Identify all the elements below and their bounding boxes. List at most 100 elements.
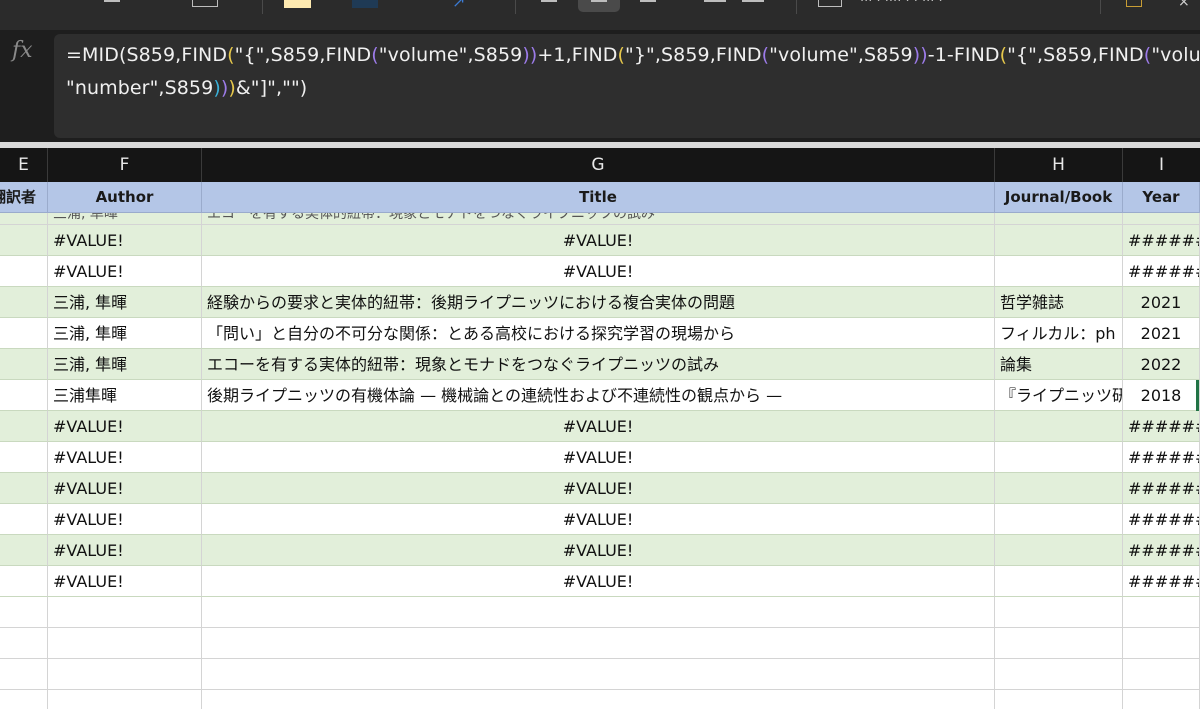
font-color-swatch[interactable] xyxy=(352,0,378,8)
cell-author[interactable] xyxy=(48,659,202,690)
merge-icon[interactable] xyxy=(742,0,764,2)
cell-author[interactable]: 三浦, 隼暉 xyxy=(48,349,202,380)
cell-year[interactable] xyxy=(1123,690,1200,709)
cell-translator[interactable] xyxy=(0,411,48,442)
formula-input[interactable]: =MID(S859,FIND("{",S859,FIND("volume",S8… xyxy=(54,34,1200,138)
align-right-icon[interactable] xyxy=(640,0,656,2)
table-cell[interactable] xyxy=(995,213,1123,225)
cell-journal[interactable] xyxy=(995,597,1123,628)
table-icon[interactable] xyxy=(192,0,218,7)
cell-translator[interactable] xyxy=(0,566,48,597)
cell-year[interactable]: ###### xyxy=(1123,442,1200,473)
header-cell-title[interactable]: Title xyxy=(202,182,995,213)
cell-translator[interactable] xyxy=(0,659,48,690)
cell-translator[interactable] xyxy=(0,225,48,256)
cell-year[interactable]: ###### xyxy=(1123,566,1200,597)
header-cell-journal[interactable]: Journal/Book xyxy=(995,182,1123,213)
cell-year[interactable]: ###### xyxy=(1123,473,1200,504)
cell-journal[interactable] xyxy=(995,535,1123,566)
cell-translator[interactable] xyxy=(0,504,48,535)
cell-author[interactable] xyxy=(48,690,202,709)
cell-title[interactable]: 経験からの要求と実体的紐帯：後期ライプニッツにおける複合実体の問題 xyxy=(202,287,995,318)
cell-translator[interactable] xyxy=(0,442,48,473)
align-left-icon[interactable] xyxy=(541,0,557,2)
cell-author[interactable]: #VALUE! xyxy=(48,225,202,256)
cell-author[interactable] xyxy=(48,597,202,628)
cell-title[interactable]: #VALUE! xyxy=(202,473,995,504)
fill-color-swatch[interactable] xyxy=(284,0,311,8)
cell-author[interactable]: #VALUE! xyxy=(48,256,202,287)
cell-translator[interactable] xyxy=(0,628,48,659)
cell-translator[interactable] xyxy=(0,287,48,318)
fx-icon[interactable]: fx xyxy=(12,38,42,63)
column-header-i[interactable]: I xyxy=(1123,148,1200,182)
cell-journal[interactable] xyxy=(995,690,1123,709)
cell-journal[interactable] xyxy=(995,504,1123,535)
cell-title[interactable]: 「問い」と自分の不可分な関係：とある高校における探究学習の現場から xyxy=(202,318,995,349)
cell-title[interactable]: #VALUE! xyxy=(202,256,995,287)
header-cell-author[interactable]: Author xyxy=(48,182,202,213)
cell-title[interactable]: 後期ライプニッツの有機体論 — 機械論との連続性および不連続性の観点から — xyxy=(202,380,995,411)
cell-translator[interactable] xyxy=(0,318,48,349)
cell-title[interactable]: #VALUE! xyxy=(202,535,995,566)
cell-year[interactable]: ###### xyxy=(1123,225,1200,256)
cell-author[interactable] xyxy=(48,628,202,659)
cell-title[interactable]: #VALUE! xyxy=(202,442,995,473)
cell-author[interactable]: #VALUE! xyxy=(48,442,202,473)
cell-translator[interactable] xyxy=(0,380,48,411)
wrap-text-icon[interactable] xyxy=(704,0,726,2)
column-header-e[interactable]: E xyxy=(0,148,48,182)
cell-title[interactable]: #VALUE! xyxy=(202,504,995,535)
cell-translator[interactable] xyxy=(0,597,48,628)
cell-author[interactable]: 三浦, 隼暉 xyxy=(48,287,202,318)
hyperlink-icon[interactable]: ↗ xyxy=(452,0,465,11)
cell-journal[interactable] xyxy=(995,473,1123,504)
cell-title[interactable]: #VALUE! xyxy=(202,225,995,256)
cell-year[interactable]: ###### xyxy=(1123,535,1200,566)
cell-translator[interactable] xyxy=(0,690,48,709)
cell-title[interactable]: エコーを有する実体的紐帯：現象とモナドをつなぐライプニッツの試み xyxy=(202,349,995,380)
cell-title[interactable] xyxy=(202,659,995,690)
cell-journal[interactable] xyxy=(995,628,1123,659)
cell-title[interactable]: #VALUE! xyxy=(202,411,995,442)
cell-year[interactable]: ###### xyxy=(1123,256,1200,287)
database-icon[interactable] xyxy=(1126,0,1142,7)
table-cell[interactable]: エコーを有する実体的紐帯：現象とモナドをつなぐライプニッツの試み xyxy=(202,213,995,225)
cell-author[interactable]: #VALUE! xyxy=(48,473,202,504)
header-cell-translator[interactable]: 翻訳者 xyxy=(0,182,48,213)
cell-journal[interactable] xyxy=(995,256,1123,287)
cell-journal[interactable] xyxy=(995,225,1123,256)
cell-year[interactable] xyxy=(1123,659,1200,690)
close-icon[interactable]: × xyxy=(1178,0,1190,10)
cell-author[interactable]: #VALUE! xyxy=(48,566,202,597)
format-table-icon[interactable] xyxy=(818,0,842,7)
table-cell[interactable] xyxy=(1123,213,1200,225)
align-top-icon[interactable] xyxy=(104,0,120,2)
cell-journal[interactable] xyxy=(995,411,1123,442)
cell-year[interactable] xyxy=(1123,628,1200,659)
header-cell-year[interactable]: Year xyxy=(1123,182,1200,213)
cell-author[interactable]: #VALUE! xyxy=(48,411,202,442)
column-header-h[interactable]: H xyxy=(995,148,1123,182)
cell-year[interactable]: ###### xyxy=(1123,504,1200,535)
cell-year[interactable]: 2022 xyxy=(1123,349,1200,380)
cell-translator[interactable] xyxy=(0,535,48,566)
cell-journal[interactable]: 『ライプニッツ研 xyxy=(995,380,1123,411)
cell-journal[interactable]: 論集 xyxy=(995,349,1123,380)
cell-journal[interactable] xyxy=(995,442,1123,473)
cell-author[interactable]: 三浦, 隼暉 xyxy=(48,318,202,349)
cell-title[interactable]: #VALUE! xyxy=(202,566,995,597)
cell-journal[interactable]: フィルカル：ph xyxy=(995,318,1123,349)
cell-translator[interactable] xyxy=(0,349,48,380)
cell-author[interactable]: 三浦隼暉 xyxy=(48,380,202,411)
table-cell[interactable]: 三浦, 隼暉 xyxy=(48,213,202,225)
cell-journal[interactable] xyxy=(995,659,1123,690)
table-cell[interactable] xyxy=(0,213,48,225)
column-header-f[interactable]: F xyxy=(48,148,202,182)
cell-title[interactable] xyxy=(202,628,995,659)
column-header-g[interactable]: G xyxy=(202,148,995,182)
cell-translator[interactable] xyxy=(0,256,48,287)
cell-year[interactable]: ###### xyxy=(1123,411,1200,442)
cell-translator[interactable] xyxy=(0,473,48,504)
toolbar-truncated-label[interactable]: ··· · ···· · · ··· · xyxy=(860,0,943,9)
